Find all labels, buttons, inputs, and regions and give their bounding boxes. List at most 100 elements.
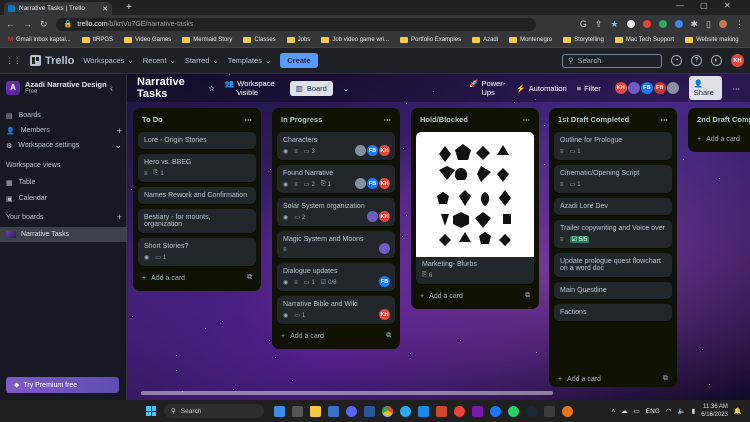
chrome-icon[interactable] xyxy=(382,405,393,417)
bookmark-folder[interactable]: Mermaid Story xyxy=(182,37,232,43)
views-dropdown-icon[interactable]: ⌄ xyxy=(343,84,349,93)
wifi-icon[interactable]: ◠ xyxy=(666,407,672,415)
member-avatar[interactable]: FB xyxy=(367,145,378,156)
bookmark-star-icon[interactable]: ★ xyxy=(610,19,618,30)
browser-tab[interactable]: Narrative Tasks | Trello ✕ xyxy=(4,2,112,15)
card[interactable]: Narrative Bible and Wiki ◉ ▭ 1 KH xyxy=(277,296,395,324)
list-header[interactable]: In Progress ⋯ xyxy=(277,112,395,127)
share-button[interactable]: 👤 Share xyxy=(688,76,723,100)
battery-level-icon[interactable]: ▮ xyxy=(692,407,696,415)
card[interactable]: Names Rework and Confirmation xyxy=(138,187,256,204)
help-icon[interactable]: ? xyxy=(691,55,702,66)
bookmark-folder[interactable]: Website making xyxy=(685,37,739,43)
member-avatar[interactable] xyxy=(627,82,640,94)
onenote-icon[interactable] xyxy=(472,405,483,417)
list-menu-icon[interactable]: ⋯ xyxy=(245,115,253,124)
board-title[interactable]: Narrative Tasks xyxy=(137,76,198,100)
sidebar-item-members[interactable]: 👤 Members + xyxy=(6,124,122,137)
back-icon[interactable]: ← xyxy=(6,19,15,29)
list-menu-icon[interactable]: ⋯ xyxy=(661,115,669,124)
new-tab-button[interactable]: + xyxy=(126,2,132,13)
profile-avatar[interactable] xyxy=(719,20,727,28)
member-avatar[interactable]: FB xyxy=(640,82,653,94)
workspace-header[interactable]: A Azadi Narrative Design Free xyxy=(6,80,107,95)
member-avatar[interactable]: FB xyxy=(367,178,378,189)
add-card-button[interactable]: + Add a card ⧉ xyxy=(138,270,256,286)
trello-logo[interactable]: Trello xyxy=(30,55,74,67)
card[interactable]: Short Stories? ◉ ▭ 1 xyxy=(138,238,256,266)
visibility-button[interactable]: 👥 Workspace visible xyxy=(225,79,280,97)
card-template-icon[interactable]: ⧉ xyxy=(386,332,391,340)
theme-icon[interactable]: ◐ xyxy=(711,55,722,66)
steam-icon[interactable] xyxy=(526,405,537,417)
bookmark-folder[interactable]: Mac Tech Support xyxy=(614,37,674,43)
member-avatar[interactable]: FB xyxy=(653,82,666,94)
nav-workspaces[interactable]: Workspaces ⌄ xyxy=(83,56,133,65)
maximize-icon[interactable]: ▢ xyxy=(700,1,708,10)
add-card-button[interactable]: + Add a card xyxy=(693,131,750,147)
card[interactable]: Main Questline xyxy=(554,282,672,299)
member-avatar[interactable] xyxy=(666,82,679,94)
list-header[interactable]: Hold/Blocked ⋯ xyxy=(416,112,534,127)
member-avatar[interactable]: KH xyxy=(379,178,390,189)
card[interactable]: Magic System and Moons ≡ xyxy=(277,231,395,258)
add-board-icon[interactable]: + xyxy=(117,212,122,222)
member-avatar[interactable] xyxy=(367,211,378,222)
cloud-icon[interactable]: ☁ xyxy=(621,407,628,415)
card[interactable]: Solar System organization ◉ ▭ 2 KH xyxy=(277,198,395,226)
member-avatar[interactable] xyxy=(355,178,366,189)
star-board-icon[interactable]: ☆ xyxy=(208,84,215,93)
google-icon[interactable]: G xyxy=(580,19,587,29)
reload-icon[interactable]: ↻ xyxy=(40,19,48,30)
member-avatar[interactable]: KH xyxy=(379,309,390,320)
filter-button[interactable]: ≡ Filter xyxy=(577,84,601,93)
extension-icon[interactable] xyxy=(626,20,635,28)
close-window-icon[interactable]: ✕ xyxy=(724,1,731,10)
card[interactable]: Outline for Prologue ≡ ▭ 1 xyxy=(554,132,672,160)
member-avatar[interactable]: FB xyxy=(379,276,390,287)
app-icon[interactable] xyxy=(544,405,555,417)
member-avatar[interactable] xyxy=(355,145,366,156)
bookmark-folder[interactable]: Azadi xyxy=(472,37,498,43)
forward-icon[interactable]: → xyxy=(23,19,32,29)
sidebar-board-narrative-tasks[interactable]: Narrative Tasks xyxy=(0,227,127,242)
card[interactable]: Cinematic/Opening Script ≡ ▭ 1 xyxy=(554,165,672,193)
board-menu-icon[interactable]: ⋯ xyxy=(732,84,740,93)
list-menu-icon[interactable]: ⋯ xyxy=(384,115,392,124)
add-card-button[interactable]: + Add a card ⧉ xyxy=(277,328,395,344)
outlook-icon[interactable] xyxy=(418,405,429,417)
windows-start-icon[interactable] xyxy=(146,406,156,416)
powerups-button[interactable]: 🚀 Power-Ups xyxy=(469,79,506,97)
extension-icon[interactable] xyxy=(642,20,651,28)
card-template-icon[interactable]: ⧉ xyxy=(247,274,252,282)
user-avatar[interactable]: KH xyxy=(731,54,744,67)
card[interactable]: Lore - Origin Stories xyxy=(138,132,256,149)
sidebar-item-table[interactable]: ▦ Table xyxy=(6,176,122,189)
card[interactable]: Marketing- Blurbs ⎘ 6 xyxy=(416,132,534,284)
add-card-button[interactable]: + Add a card ⧉ xyxy=(416,288,534,304)
chevron-up-icon[interactable]: ˄ xyxy=(611,408,615,415)
file-explorer-icon[interactable] xyxy=(310,405,321,417)
powerpoint-icon[interactable] xyxy=(436,405,447,417)
create-button[interactable]: Create xyxy=(280,53,318,68)
card[interactable]: Hero vs. BBEG ≡ ⎘ 1 xyxy=(138,154,256,182)
extension-icon[interactable] xyxy=(658,20,667,28)
minimize-icon[interactable]: — xyxy=(676,1,684,10)
volume-icon[interactable]: 🔈 xyxy=(678,407,686,415)
taskbar-search[interactable]: ⚲ Search xyxy=(164,404,264,418)
word-icon[interactable] xyxy=(364,405,375,417)
scrollbar-thumb[interactable] xyxy=(141,391,553,395)
bookmark-folder[interactable]: Classes xyxy=(243,37,276,43)
try-premium-button[interactable]: ◆ Try Premium free xyxy=(6,377,119,393)
notifications-bell-icon[interactable]: ◔ xyxy=(671,55,682,66)
task-view-icon[interactable] xyxy=(274,405,285,417)
card[interactable]: Dialogue updates ◉ ≡ ▭ 1 ☑ 0/8 FB xyxy=(277,263,395,291)
list-header[interactable]: To Do ⋯ xyxy=(138,112,256,127)
battery-icon[interactable]: ▭ xyxy=(634,407,640,415)
bookmark-folder[interactable]: Storytelling xyxy=(563,37,604,43)
bookmark-folder[interactable]: ttRPGS xyxy=(81,37,113,43)
browser-menu-icon[interactable]: ⋮ xyxy=(735,19,744,30)
list-menu-icon[interactable]: ⋯ xyxy=(523,115,531,124)
whatsapp-icon[interactable] xyxy=(508,405,519,417)
card[interactable]: Trailer copywriting and Voice over ≡ ☑ 5/5 xyxy=(554,220,672,248)
